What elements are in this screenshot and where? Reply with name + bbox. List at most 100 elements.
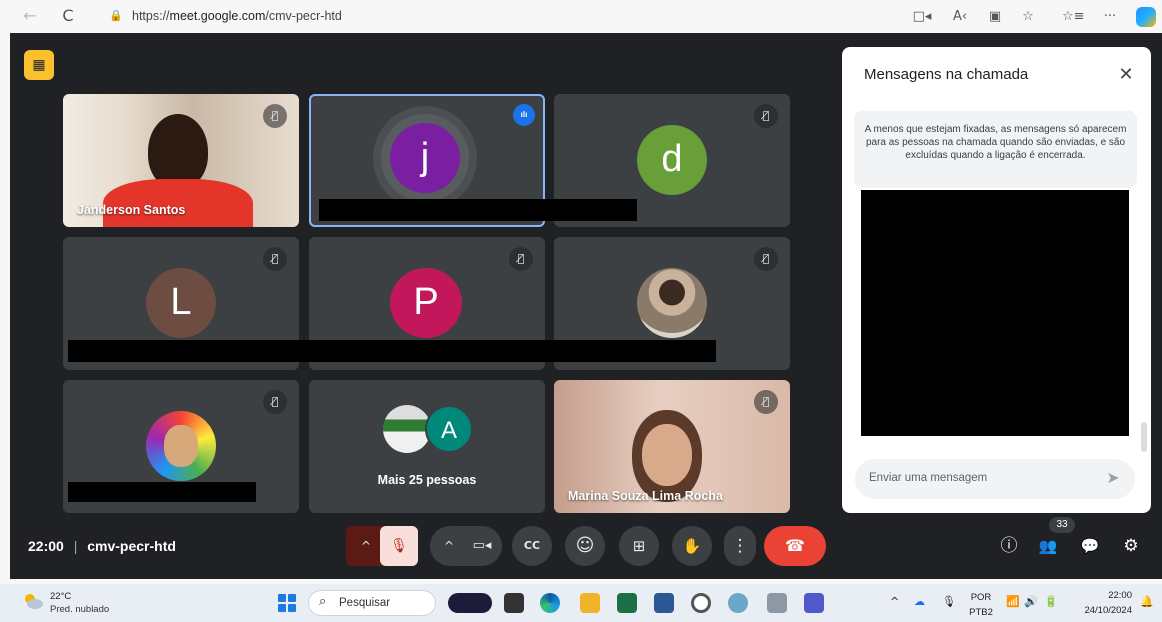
extension-icon[interactable]: ▣ <box>985 7 1005 27</box>
mic-off-icon: 🎙̸ <box>754 247 778 271</box>
captions-button[interactable]: CC <box>512 526 552 566</box>
speaking-indicator-icon: ılı <box>513 104 535 126</box>
redacted-messages <box>861 190 1129 436</box>
language-indicator[interactable]: POR PTB2 <box>966 592 996 618</box>
excel-icon[interactable] <box>617 593 637 613</box>
participant-tile[interactable]: 🎙̸ Jánderson Santos <box>63 94 299 227</box>
mic-off-icon: 🎙̸ <box>509 247 533 271</box>
participant-avatar: L <box>146 268 216 338</box>
chat-input-placeholder: Enviar uma mensagem <box>869 472 988 484</box>
chat-info-note: A menos que estejam fixadas, as mensagen… <box>854 111 1137 188</box>
redacted-names <box>68 340 716 362</box>
lock-icon[interactable]: 🔒 <box>106 6 126 26</box>
camera-button[interactable]: ▭◂ <box>466 526 498 566</box>
more-people-tile[interactable]: A Mais 25 pessoas <box>309 380 545 513</box>
profile-photo <box>383 405 431 453</box>
info-icon[interactable]: ⓘ <box>996 533 1022 559</box>
copilot-icon[interactable] <box>1136 7 1156 27</box>
keyboard-layout: PTB2 <box>969 607 993 618</box>
leave-call-button[interactable]: ☎ <box>764 526 826 566</box>
weather-description: Pred. nublado <box>50 604 110 615</box>
mic-control-group: ^ 🎙 <box>346 526 418 566</box>
system-clock[interactable]: 22:00 24/10/2024 <box>1072 590 1132 616</box>
camera-control-group: ^ ▭◂ <box>430 526 502 566</box>
mic-off-button[interactable]: 🎙 <box>380 526 418 566</box>
wifi-icon[interactable]: 📶 <box>1006 595 1020 608</box>
news-widget-icon[interactable] <box>448 593 492 613</box>
more-menu-icon[interactable]: ··· <box>1100 7 1120 27</box>
separator: | <box>73 538 78 554</box>
no-recording-icon[interactable]: ▦ <box>24 50 54 80</box>
participant-name: Marina Souza Lima Rocha <box>568 489 723 503</box>
reload-icon[interactable]: C <box>58 6 78 26</box>
meet-window: ▦ 🎙̸ Jánderson Santos j ılı d 🎙̸ L 🎙̸ P … <box>10 33 1162 579</box>
calculator-icon[interactable] <box>767 593 787 613</box>
meeting-info: 22:00 | cmv-pecr-htd <box>28 538 176 554</box>
chat-title: Mensagens na chamada <box>864 66 1029 83</box>
weather-temperature: 22°C <box>50 591 72 602</box>
browser-toolbar: ← C 🔒 https://meet.google.com/cmv-pecr-h… <box>0 0 1162 33</box>
mic-off-icon: 🎙̸ <box>263 390 287 414</box>
participant-avatar: P <box>390 268 462 338</box>
chat-icon[interactable]: 💬 <box>1077 533 1103 559</box>
emoji-button[interactable]: ☺ <box>565 526 605 566</box>
teams-icon[interactable] <box>804 593 824 613</box>
file-explorer-icon[interactable] <box>580 593 600 613</box>
microphone-icon[interactable]: 🎙 <box>942 595 956 608</box>
chat-panel: Mensagens na chamada ✕ A menos que estej… <box>842 47 1151 513</box>
onedrive-icon[interactable]: ☁ <box>914 595 925 608</box>
tray-chevron-icon[interactable]: ^ <box>890 595 899 608</box>
camera-options-chevron-icon[interactable]: ^ <box>438 526 460 566</box>
taskbar-search[interactable]: ⌕ Pesquisar <box>308 590 436 616</box>
battery-icon[interactable]: 🔋 <box>1044 595 1058 608</box>
participant-name: Jánderson Santos <box>77 203 186 217</box>
video-tab-icon[interactable]: □◂ <box>912 7 932 27</box>
profile-photo <box>146 411 216 481</box>
url-path: /cmv-pecr-htd <box>265 9 342 23</box>
mic-options-chevron-icon[interactable]: ^ <box>354 526 378 566</box>
windows-start-icon[interactable] <box>278 594 296 612</box>
address-bar[interactable]: https://meet.google.com/cmv-pecr-htd <box>132 9 342 23</box>
favorite-star-icon[interactable]: ☆ <box>1018 7 1038 27</box>
people-count-badge: 33 <box>1049 517 1075 533</box>
back-icon[interactable]: ← <box>20 6 40 26</box>
url-prefix: https:// <box>132 9 170 23</box>
people-icon[interactable]: 👥 <box>1035 533 1061 559</box>
raise-hand-button[interactable]: ✋ <box>672 526 712 566</box>
present-button[interactable]: ⊞ <box>619 526 659 566</box>
language-code: POR <box>970 592 992 603</box>
mic-off-icon: 🎙̸ <box>263 104 287 128</box>
more-options-button[interactable]: ⋮ <box>724 526 756 566</box>
more-people-label: Mais 25 pessoas <box>377 473 477 487</box>
word-icon[interactable] <box>654 593 674 613</box>
redacted-name <box>319 199 637 221</box>
mic-off-icon: 🎙̸ <box>263 247 287 271</box>
search-label: Pesquisar <box>339 597 391 609</box>
meeting-code: cmv-pecr-htd <box>87 538 176 554</box>
weather-cloud-icon[interactable] <box>22 592 44 610</box>
chat-scrollbar[interactable] <box>1141 422 1147 452</box>
volume-icon[interactable]: 🔊 <box>1024 595 1038 608</box>
favorites-list-icon[interactable]: ☆≡ <box>1062 7 1085 27</box>
app-icon[interactable] <box>728 593 748 613</box>
search-icon: ⌕ <box>319 594 327 609</box>
meeting-time: 22:00 <box>28 538 64 554</box>
participant-tile[interactable]: 🎙̸ Marina Souza Lima Rocha <box>554 380 790 513</box>
send-icon[interactable]: ➤ <box>1103 468 1123 488</box>
redacted-name <box>68 482 256 502</box>
close-icon[interactable]: ✕ <box>1115 64 1137 86</box>
activities-icon[interactable]: ⚙ <box>1118 533 1144 559</box>
chat-message-input[interactable]: Enviar uma mensagem ➤ <box>855 459 1135 499</box>
clock-app-icon[interactable] <box>691 593 711 613</box>
mic-off-icon: 🎙̸ <box>754 104 778 128</box>
profile-photo <box>637 268 707 338</box>
participant-avatar: d <box>637 125 707 195</box>
clock-time: 22:00 <box>1108 590 1132 601</box>
url-domain: meet.google.com <box>169 9 266 23</box>
read-aloud-icon[interactable]: A‹ <box>950 7 970 27</box>
task-view-icon[interactable] <box>504 593 524 613</box>
participant-avatar: j <box>390 123 460 193</box>
notification-bell-icon[interactable]: 🔔 <box>1140 595 1154 608</box>
edge-browser-icon[interactable] <box>540 593 560 613</box>
windows-taskbar: 22°C Pred. nublado ⌕ Pesquisar ^ ☁ 🎙 POR… <box>0 584 1162 622</box>
